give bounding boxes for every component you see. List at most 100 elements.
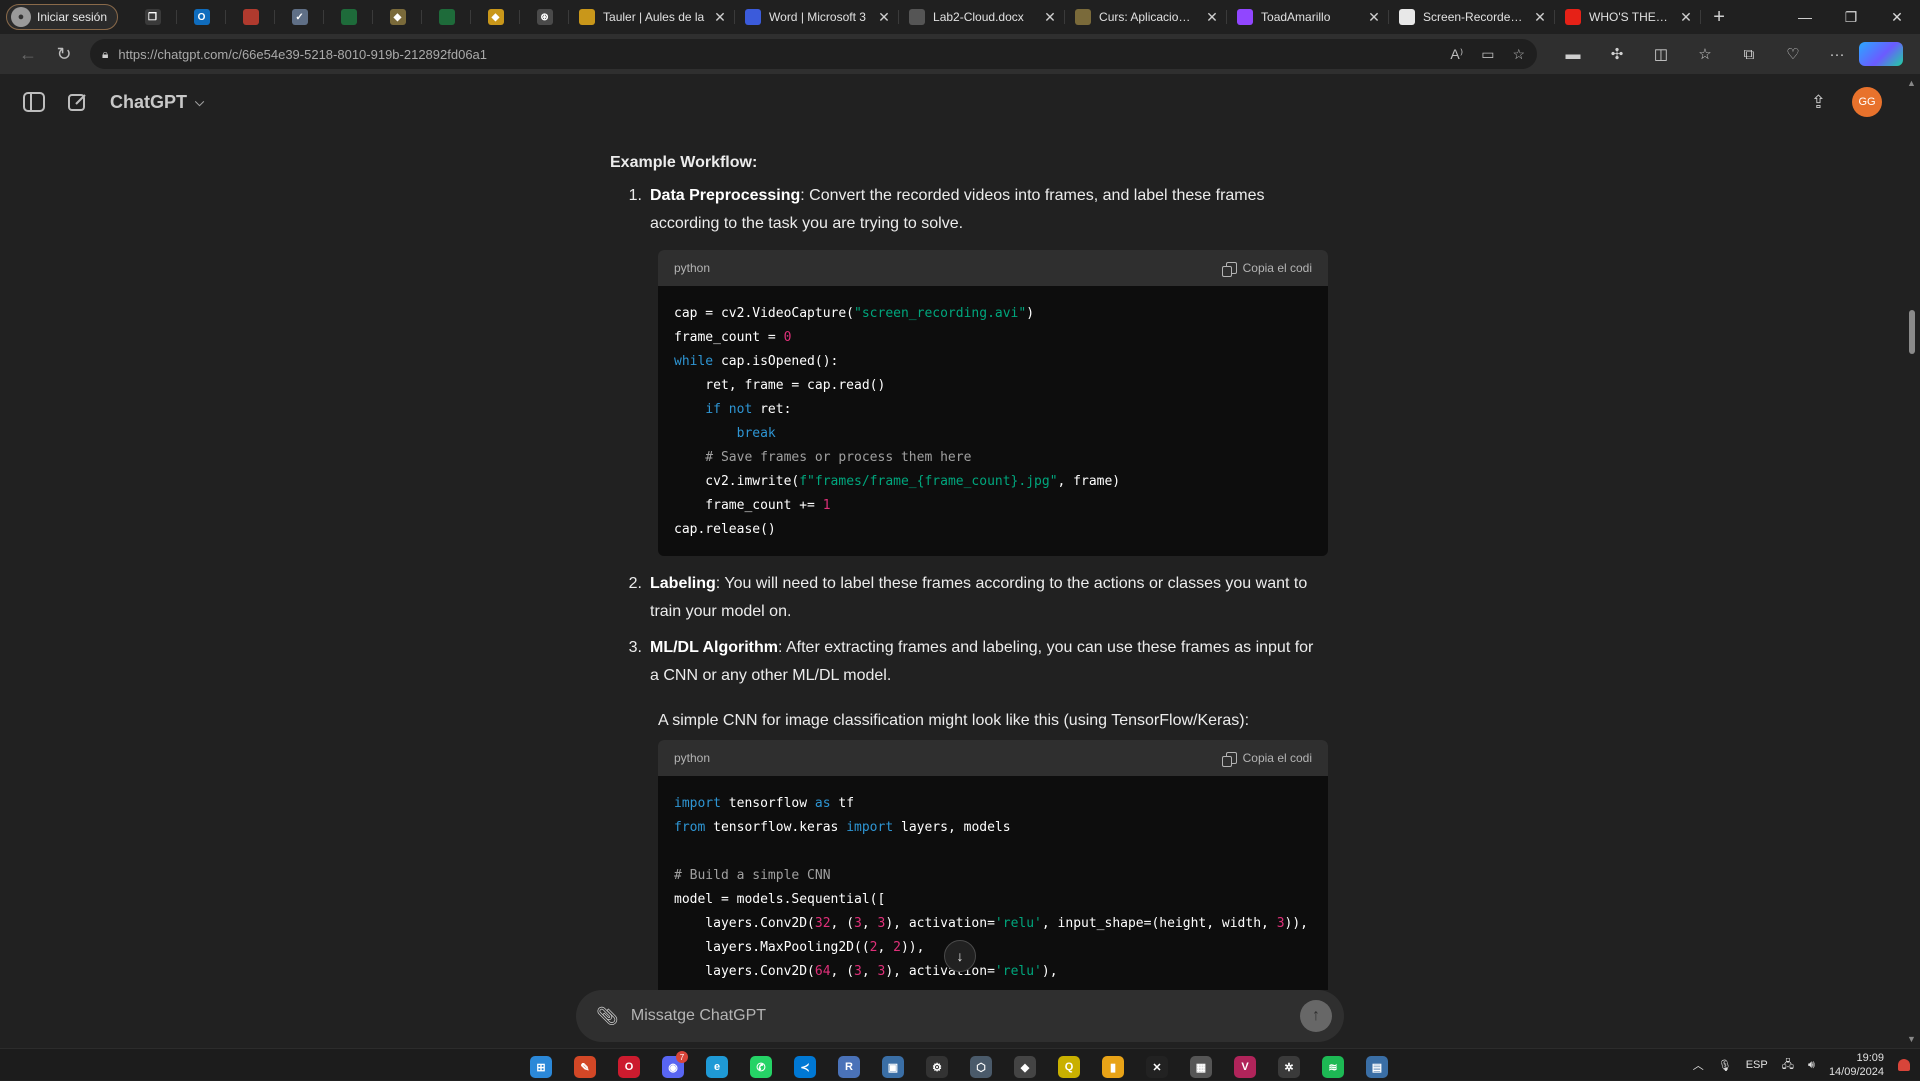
taskbar-app[interactable]: ◆ (1010, 1053, 1040, 1081)
minimize-icon[interactable]: — (1782, 0, 1828, 34)
clock[interactable]: 19:09 14/09/2024 (1829, 1051, 1884, 1079)
taskbar-app[interactable]: ◉ 7 (658, 1051, 688, 1081)
scroll-down-icon[interactable]: ▼ (1907, 1034, 1916, 1044)
favorites-icon[interactable]: ☆ (1683, 45, 1727, 63)
pinned-tab[interactable] (324, 0, 374, 34)
network-icon[interactable]: 🖧︎ (1782, 1056, 1794, 1075)
pinned-tab[interactable]: ⊛ (520, 0, 570, 34)
more-menu-icon[interactable]: ··· (1815, 46, 1859, 63)
taskbar-app[interactable]: ✎ (570, 1053, 600, 1081)
attach-file-icon[interactable]: 📎︎ (596, 1006, 619, 1027)
message-input[interactable] (630, 1007, 1300, 1025)
new-tab-button[interactable]: + (1701, 0, 1737, 34)
clipped-previous-line (610, 118, 1340, 132)
model-selector[interactable]: ChatGPT ⌵ (110, 92, 204, 113)
taskbar-app[interactable]: ✕ (1142, 1053, 1172, 1081)
browser-tab[interactable]: Lab2-Cloud.docx ✕ (899, 0, 1066, 34)
microphone-icon[interactable]: 🎙︎ (1718, 1059, 1732, 1072)
code-content[interactable]: import tensorflow as tf from tensorflow.… (658, 776, 1328, 998)
scroll-up-icon[interactable]: ▲ (1907, 78, 1916, 88)
page-scrollbar[interactable]: ▲ ▼ (1904, 74, 1920, 1048)
favorite-star-icon[interactable]: ☆ (1512, 46, 1525, 63)
restore-icon[interactable]: ❐ (1828, 0, 1874, 34)
taskbar-app[interactable]: e (702, 1053, 732, 1081)
taskbar-app[interactable]: ⬡ (966, 1053, 996, 1081)
code-token: 3 (854, 916, 862, 931)
extensions-icon[interactable]: ✣ (1595, 45, 1639, 63)
scrollbar-thumb[interactable] (1909, 310, 1915, 354)
pinned-tab[interactable] (226, 0, 276, 34)
close-tab-icon[interactable]: ✕ (713, 9, 727, 26)
share-icon[interactable]: ⇪ (1811, 92, 1826, 113)
url-text[interactable]: https://chatgpt.com/c/66e54e39-5218-8010… (118, 47, 1450, 62)
extension-flag-icon[interactable]: ▬ (1551, 46, 1595, 63)
refresh-icon[interactable]: ↻ (46, 38, 82, 70)
close-window-icon[interactable]: ✕ (1874, 0, 1920, 34)
close-tab-icon[interactable]: ✕ (1533, 9, 1547, 26)
copilot-slot (1859, 42, 1903, 66)
close-tab-icon[interactable]: ✕ (1679, 9, 1693, 26)
notification-bell-icon[interactable] (1898, 1059, 1910, 1071)
workspaces-icon: ❐ (144, 9, 161, 25)
step-number: 3. (628, 639, 642, 656)
taskbar-app[interactable]: V (1230, 1053, 1260, 1081)
language-indicator[interactable]: ESP (1746, 1059, 1768, 1071)
pinned-tab[interactable]: ❐ (128, 0, 178, 34)
taskbar-app[interactable]: R (834, 1053, 864, 1081)
taskbar-app[interactable]: ▦ (1186, 1053, 1216, 1081)
volume-icon[interactable]: 🔊︎ (1808, 1059, 1815, 1072)
taskbar-app[interactable]: ✆ (746, 1053, 776, 1081)
copy-code-button[interactable]: Copia el codi (1221, 261, 1312, 277)
code-content[interactable]: cap = cv2.VideoCapture("screen_recording… (658, 286, 1328, 556)
pinned-tab[interactable]: O (177, 0, 227, 34)
taskbar-app[interactable]: Q (1054, 1053, 1084, 1081)
immersive-reader-icon[interactable]: ▭ (1481, 46, 1494, 63)
profile-avatar-icon: ● (11, 7, 31, 27)
copilot-icon[interactable] (1859, 42, 1903, 66)
browser-tab[interactable]: Screen-Recorder/R ✕ (1389, 0, 1556, 34)
back-icon[interactable]: ← (10, 38, 46, 70)
tab-label: Curs: Aplicacions d (1099, 10, 1198, 24)
step-item: 2. Labeling: You will need to label thes… (610, 570, 1340, 626)
close-tab-icon[interactable]: ✕ (1367, 9, 1381, 26)
code-token: break (736, 426, 776, 441)
scroll-to-bottom-button[interactable]: ↓ (944, 940, 976, 972)
taskbar-app[interactable]: ▤ (1362, 1053, 1392, 1081)
read-aloud-icon[interactable]: A⁾ (1450, 46, 1463, 63)
copy-code-button[interactable]: Copia el codi (1221, 751, 1312, 767)
lock-icon[interactable]: 🔒︎ (102, 47, 108, 62)
sidebar-toggle-icon[interactable] (22, 90, 46, 114)
taskbar-app[interactable]: ⚙ (922, 1053, 952, 1081)
browser-tab[interactable]: ToadAmarillo ✕ (1227, 0, 1390, 34)
browser-tab[interactable]: WHO'S THE LIAR | ✕ (1555, 0, 1702, 34)
code-token: 2 (893, 940, 901, 955)
taskbar-app[interactable]: ▣ (878, 1053, 908, 1081)
close-tab-icon[interactable]: ✕ (1205, 9, 1219, 26)
close-tab-icon[interactable]: ✕ (1043, 9, 1057, 26)
taskbar-app[interactable]: ✲ (1274, 1053, 1304, 1081)
browser-tab[interactable]: Tauler | Aules de la ✕ (569, 0, 736, 34)
pinned-tab[interactable] (422, 0, 472, 34)
taskbar-app[interactable]: O (614, 1053, 644, 1081)
close-tab-icon[interactable]: ✕ (877, 9, 891, 26)
diamond-icon (1075, 9, 1092, 25)
tray-chevron-up-icon[interactable]: ︿ (1693, 1057, 1704, 1073)
taskbar-app[interactable]: ▮ (1098, 1053, 1128, 1081)
send-button[interactable]: ↑ (1300, 1000, 1332, 1032)
taskbar-app[interactable]: ≋ (1318, 1053, 1348, 1081)
split-screen-icon[interactable]: ◫ (1639, 45, 1683, 63)
gear-app-icon: ✲ (1278, 1056, 1300, 1078)
browser-tab[interactable]: Word | Microsoft 3 ✕ (735, 0, 900, 34)
user-avatar[interactable]: GG (1852, 87, 1882, 117)
taskbar-app[interactable]: ⊞ (526, 1053, 556, 1081)
profile-button[interactable]: ● Iniciar sesión (6, 4, 119, 30)
pinned-tab[interactable]: ◆ (373, 0, 423, 34)
new-chat-icon[interactable] (66, 90, 90, 114)
browser-essentials-icon[interactable]: ♡ (1771, 45, 1815, 63)
pinned-tab[interactable]: ◆ (471, 0, 521, 34)
browser-tab[interactable]: Curs: Aplicacions d ✕ (1065, 0, 1228, 34)
taskbar-app[interactable]: ≺ (790, 1053, 820, 1081)
address-bar[interactable]: 🔒︎ https://chatgpt.com/c/66e54e39-5218-8… (90, 39, 1537, 69)
pinned-tab[interactable]: ✓ (275, 0, 325, 34)
collections-icon[interactable]: ⧉ (1727, 46, 1771, 63)
